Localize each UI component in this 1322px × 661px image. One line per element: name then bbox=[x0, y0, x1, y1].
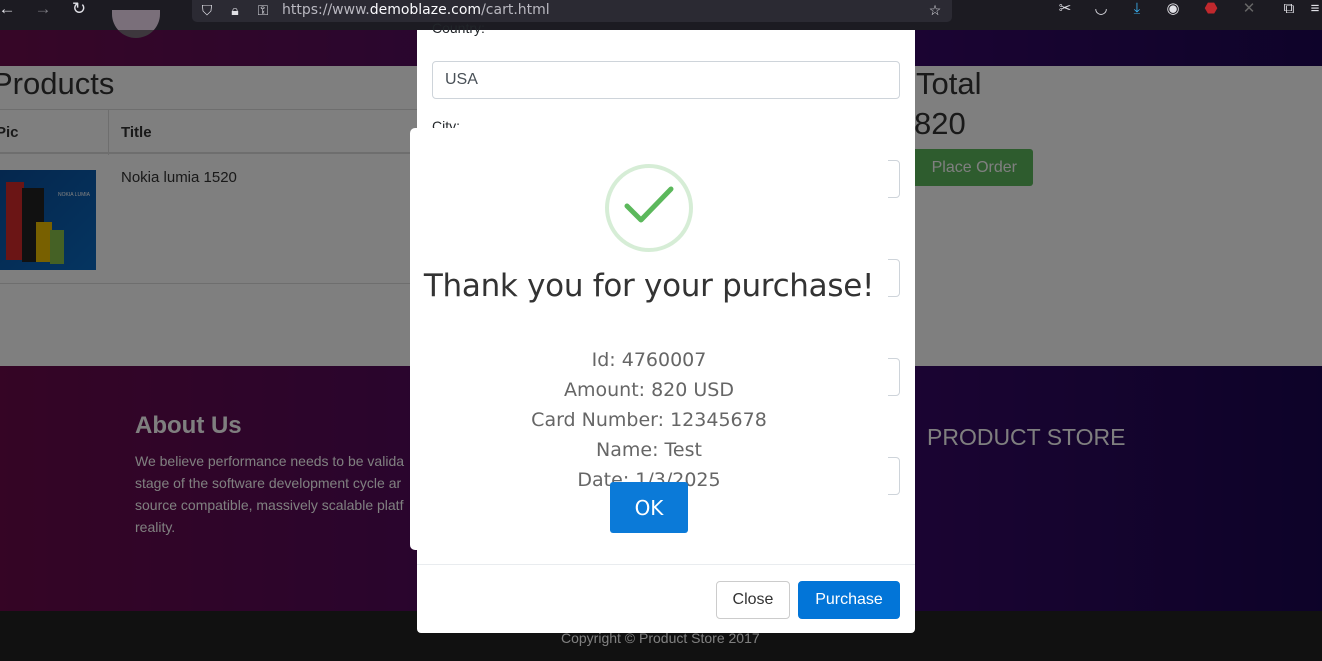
browser-toolbar: ← → ↻ ⛉ 🔒︎ ⚿ https://www.demoblaze.com/c… bbox=[0, 0, 1322, 30]
order-amount: Amount: 820 USD bbox=[563, 379, 734, 401]
lock-icon[interactable]: 🔒︎ bbox=[226, 1, 244, 19]
address-bar[interactable]: ⛉ 🔒︎ ⚿ https://www.demoblaze.com/cart.ht… bbox=[192, 0, 952, 22]
extension-x-icon[interactable]: ✕ bbox=[1238, 0, 1260, 20]
key-icon[interactable]: ⚿ bbox=[254, 1, 272, 19]
order-id: Id: 4760007 bbox=[591, 349, 707, 371]
alert-title: Thank you for your purchase! bbox=[423, 268, 875, 304]
account-icon[interactable]: ◉ bbox=[1162, 0, 1184, 20]
checkmark-icon bbox=[605, 164, 693, 252]
extensions-puzzle-icon[interactable]: ⧉ bbox=[1278, 0, 1300, 20]
ok-button[interactable]: OK bbox=[610, 482, 688, 533]
shield-icon[interactable]: ⛉ bbox=[198, 1, 216, 19]
menu-icon[interactable]: ≡ bbox=[1304, 0, 1322, 20]
modal-footer: Close Purchase bbox=[417, 564, 915, 633]
forward-arrow-icon[interactable]: → bbox=[32, 0, 54, 20]
bookmark-star-icon[interactable]: ☆ bbox=[926, 1, 944, 19]
purchase-button[interactable]: Purchase bbox=[798, 581, 900, 619]
reload-icon[interactable]: ↻ bbox=[68, 0, 90, 20]
back-arrow-icon[interactable]: ← bbox=[0, 0, 18, 20]
download-icon[interactable]: ⤓ bbox=[1126, 0, 1148, 20]
country-label: Country: bbox=[432, 20, 485, 36]
customer-name: Name: Test bbox=[596, 439, 702, 461]
purchase-success-alert: Thank you for your purchase! Id: 4760007… bbox=[410, 128, 888, 550]
screenshot-icon[interactable]: ✂ bbox=[1054, 0, 1076, 20]
pocket-icon[interactable]: ◡ bbox=[1090, 0, 1112, 20]
ublock-icon[interactable]: ⬣ bbox=[1200, 0, 1222, 20]
url-text[interactable]: https://www.demoblaze.com/cart.html bbox=[282, 2, 550, 18]
country-input[interactable] bbox=[432, 61, 900, 99]
card-number: Card Number: 12345678 bbox=[531, 409, 767, 431]
close-button[interactable]: Close bbox=[716, 581, 790, 619]
page: Products Pic Title NOKIA LUMIA Nokia lum… bbox=[0, 10, 1322, 661]
